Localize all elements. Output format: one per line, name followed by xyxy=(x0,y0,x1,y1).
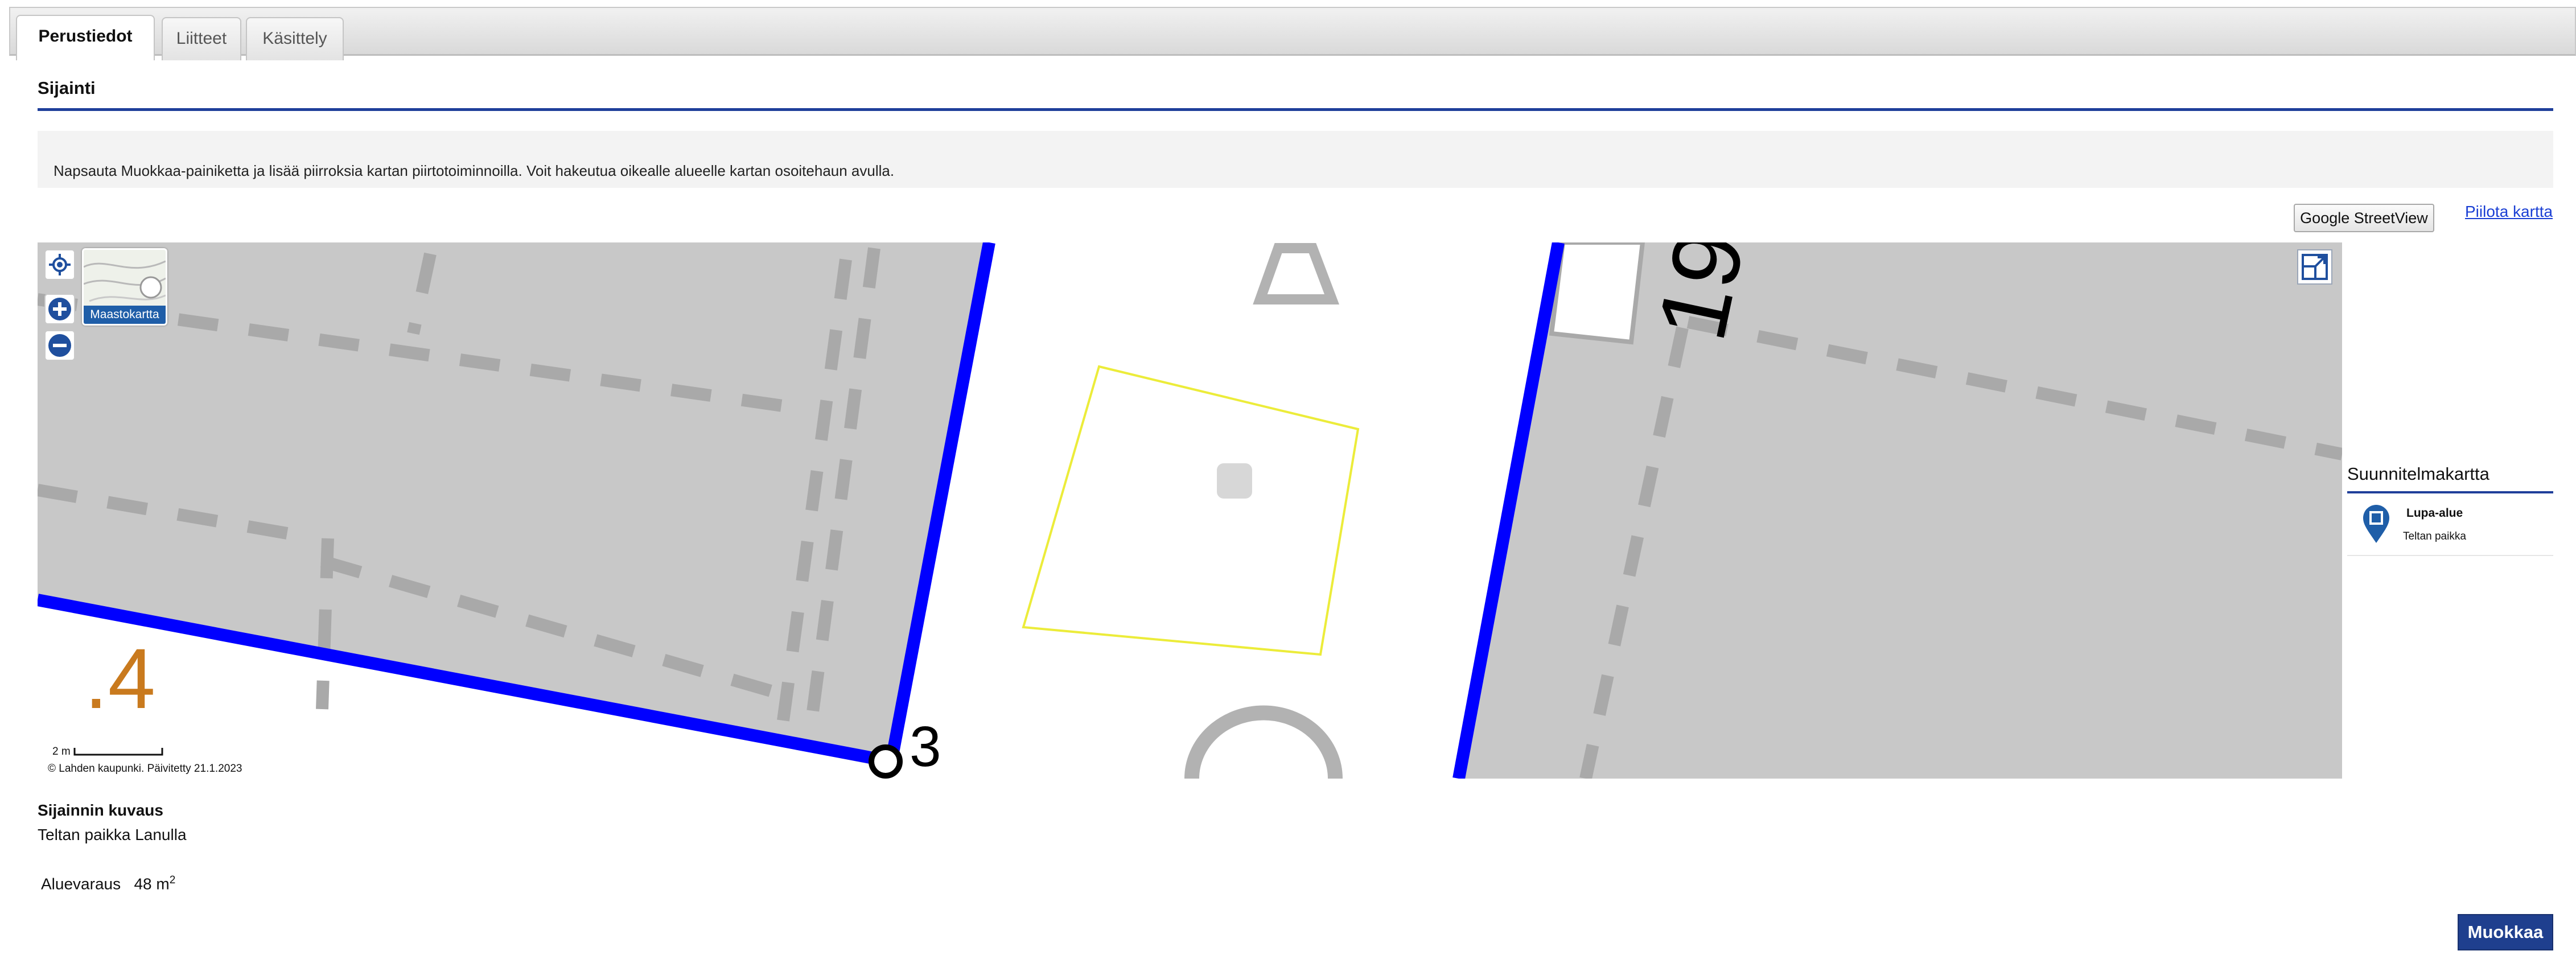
map-base-layer: .4 3 19 xyxy=(38,242,2342,779)
map-pin-icon xyxy=(2363,505,2389,543)
expand-icon xyxy=(2302,254,2328,280)
scale-line xyxy=(73,747,163,756)
info-text: Napsauta Muokkaa-painiketta ja lisää pii… xyxy=(54,162,895,179)
tab-kasittely[interactable]: Käsittely xyxy=(246,17,344,60)
legend-item-subtitle: Teltan paikka xyxy=(2403,530,2466,542)
minus-icon xyxy=(48,334,71,357)
location-description-label: Sijainnin kuvaus xyxy=(38,801,163,819)
hide-map-link[interactable]: Piilota kartta xyxy=(2465,203,2553,221)
locate-button[interactable] xyxy=(44,249,75,280)
area-reservation-unit: m xyxy=(156,875,170,893)
map-text-number: 3 xyxy=(910,715,941,779)
zoom-out-button[interactable] xyxy=(44,330,75,361)
base-layer-switcher[interactable]: Maastokartta xyxy=(82,248,167,326)
tab-liitteet[interactable]: Liitteet xyxy=(162,17,241,60)
streetview-button[interactable]: Google StreetView xyxy=(2294,204,2434,232)
area-unit-exponent: 2 xyxy=(169,874,176,886)
drawn-area xyxy=(1022,365,1360,656)
location-description-value: Teltan paikka Lanulla xyxy=(38,826,187,843)
legend-divider xyxy=(2347,491,2553,493)
legend-item-title: Lupa-alue xyxy=(2406,507,2463,520)
legend-title: Suunnitelmakartta xyxy=(2347,464,2489,484)
edit-button[interactable]: Muokkaa xyxy=(2458,914,2553,950)
tab-perustiedot[interactable]: Perustiedot xyxy=(16,15,155,60)
base-layer-label: Maastokartta xyxy=(84,306,166,324)
scale-bar: 2 m xyxy=(52,746,164,758)
terrain-map-thumbnail-icon xyxy=(84,260,166,302)
legend-item xyxy=(2362,504,2390,547)
area-reservation-value: 48 xyxy=(134,875,152,893)
section-divider xyxy=(38,108,2553,111)
map-attribution: © Lahden kaupunki. Päivitetty 21.1.2023 xyxy=(48,763,242,775)
area-reservation-label: Aluevaraus xyxy=(41,875,121,893)
legend-separator xyxy=(2347,555,2553,556)
area-reservation: Aluevaraus 48 m2 xyxy=(41,874,175,893)
section-title: Sijainti xyxy=(38,78,96,98)
info-box: Napsauta Muokkaa-painiketta ja lisää pii… xyxy=(38,131,2553,188)
locate-icon xyxy=(49,254,71,275)
expand-map-button[interactable] xyxy=(2297,249,2332,285)
plus-icon xyxy=(48,298,71,320)
zoom-in-button[interactable] xyxy=(44,294,75,324)
map-text-fragment: .4 xyxy=(84,631,155,726)
tab-bar xyxy=(9,7,2576,56)
map-canvas[interactable]: .4 3 19 Maastokartta 2 m © Lahden kaupun… xyxy=(38,242,2342,779)
scale-label: 2 m xyxy=(52,746,71,758)
